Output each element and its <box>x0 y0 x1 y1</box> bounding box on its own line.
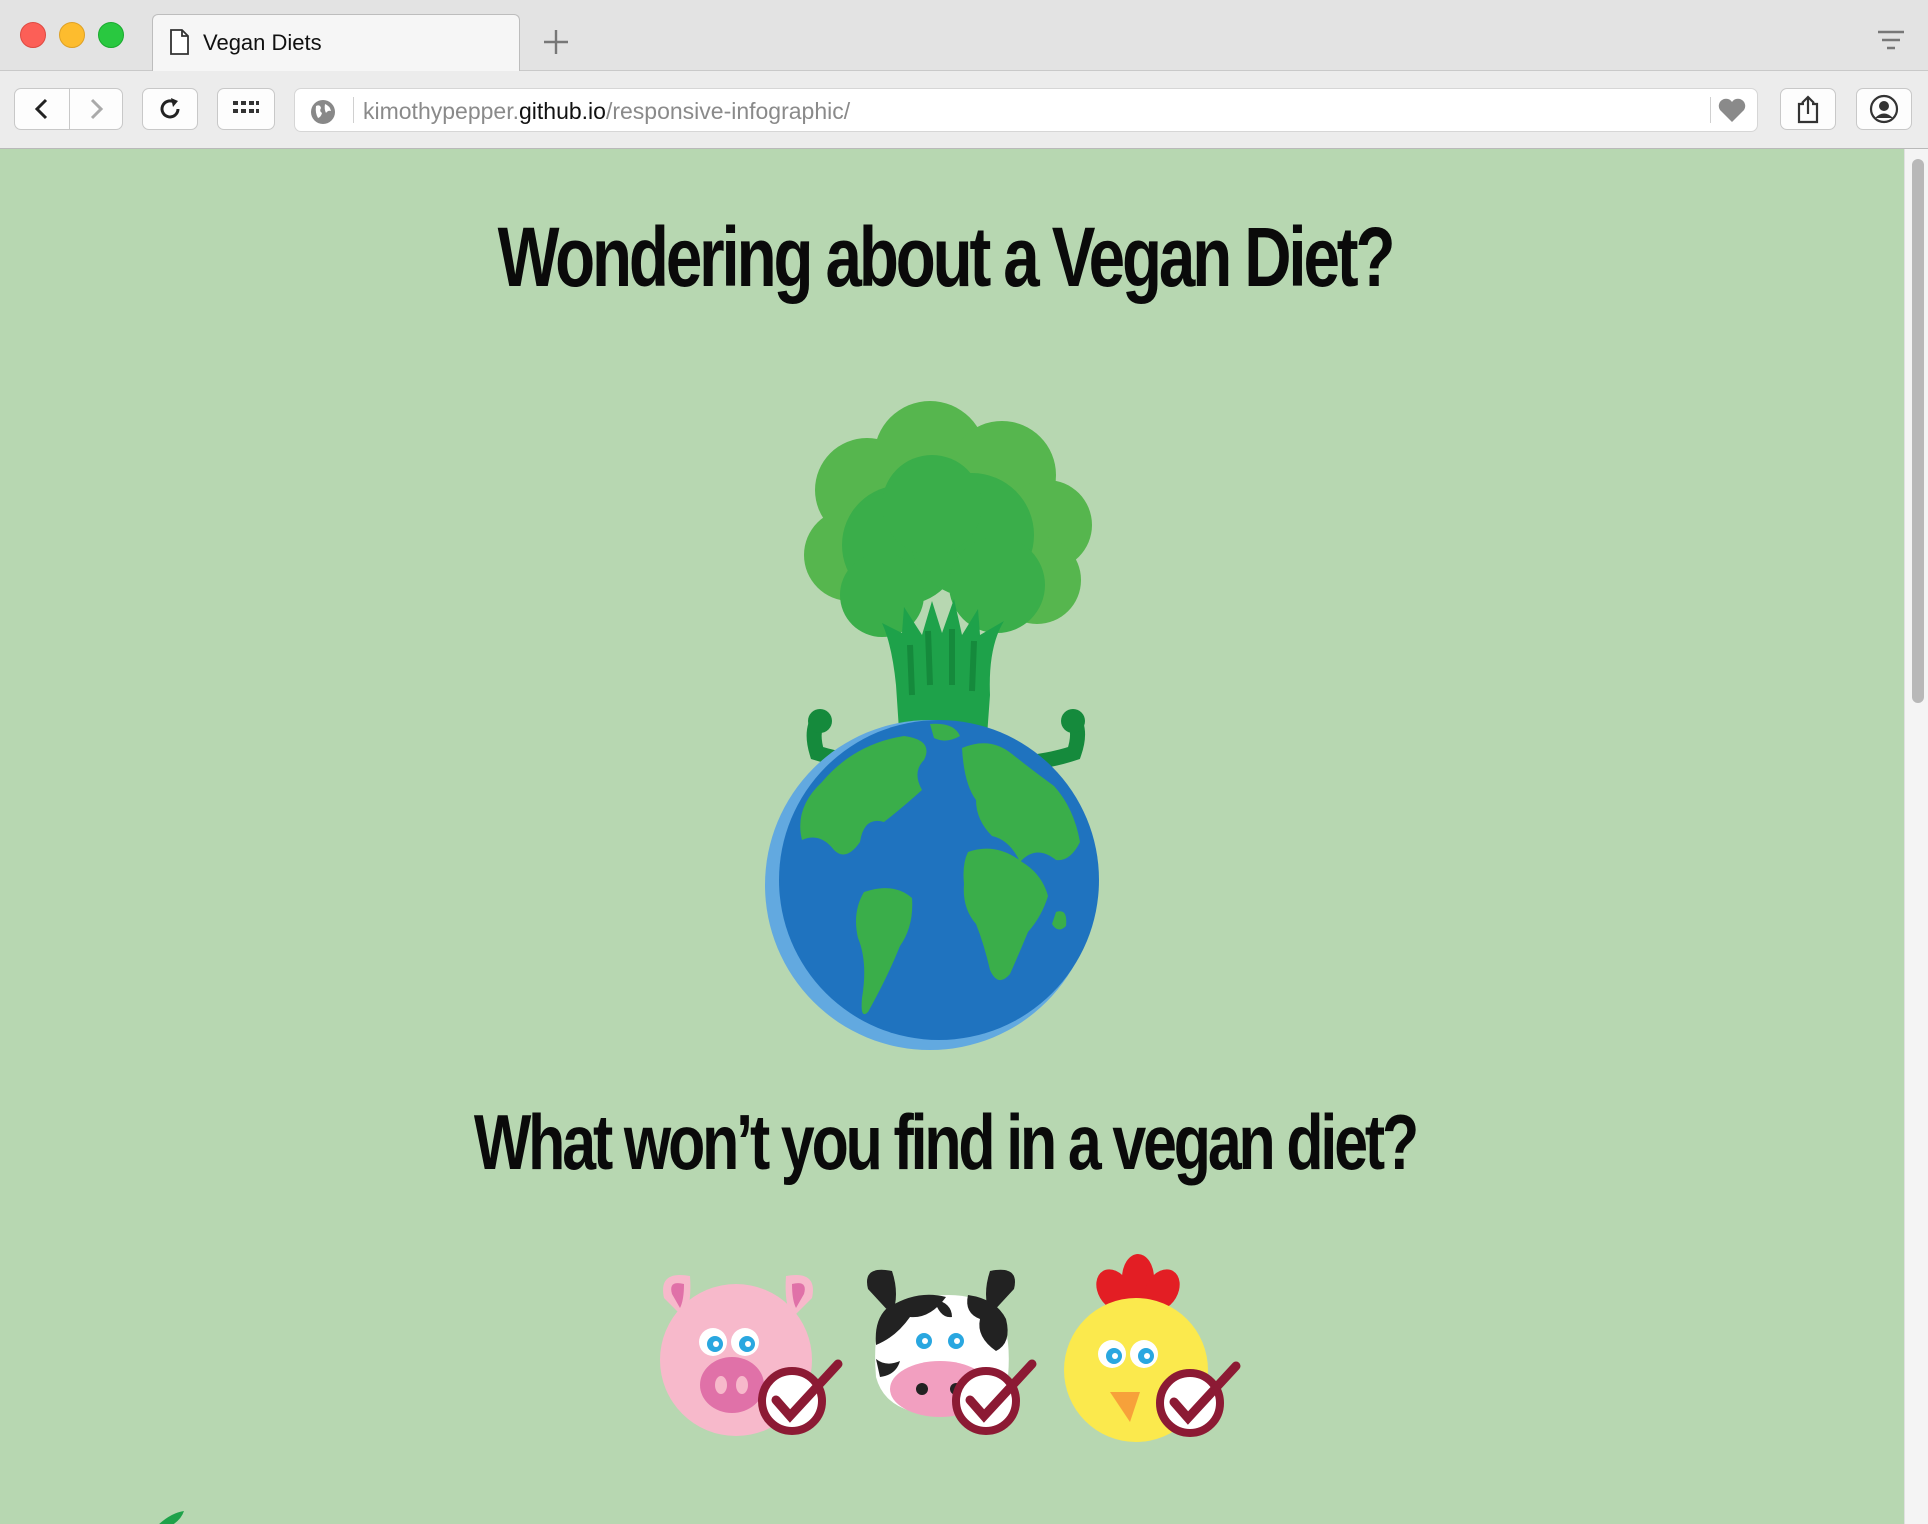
checkmark-badge-icon <box>952 1359 1037 1435</box>
page-heading: Wondering about a Vegan Diet? <box>497 210 1396 304</box>
url-domain: github.io <box>518 98 606 124</box>
broccoli-florets <box>804 401 1092 637</box>
checkmark-badge-icon <box>758 1359 843 1435</box>
address-bar[interactable]: kimothypepper.github.io/responsive-infog… <box>294 88 1758 132</box>
earth-globe-illustration <box>765 720 1099 1050</box>
favorites-heart-icon[interactable] <box>1717 98 1747 124</box>
browser-chrome: Vegan Diets kimothypepper.github.io/resp… <box>0 0 1928 149</box>
leaf-icon <box>159 1511 184 1524</box>
reload-button[interactable] <box>142 88 198 130</box>
cow-face-icon <box>867 1269 1037 1435</box>
close-window-button[interactable] <box>20 22 46 48</box>
vertical-scrollbar[interactable] <box>1904 149 1928 1524</box>
chevron-left-icon <box>34 98 48 120</box>
share-icon <box>1797 95 1819 124</box>
checkmark-badge-icon <box>1156 1361 1241 1437</box>
scrollbar-thumb[interactable] <box>1912 159 1924 703</box>
globe-icon <box>311 100 335 124</box>
tab-overview-menu-icon[interactable] <box>1876 28 1906 56</box>
chevron-right-icon <box>90 98 104 120</box>
back-button[interactable] <box>14 88 70 130</box>
top-sites-button[interactable] <box>217 88 275 130</box>
document-icon <box>170 29 189 55</box>
tab-title: Vegan Diets <box>203 30 322 55</box>
reload-icon <box>160 98 180 119</box>
user-profile-icon <box>1869 94 1899 124</box>
pig-face-icon <box>660 1274 843 1436</box>
title-bar: Vegan Diets <box>0 0 1928 71</box>
minimize-window-button[interactable] <box>59 22 85 48</box>
profile-button[interactable] <box>1856 88 1912 130</box>
section-heading: What won’t you find in a vegan diet? <box>473 1098 1419 1186</box>
new-tab-icon[interactable] <box>536 22 576 62</box>
page-content: Wondering about a Vegan Diet? What won’t… <box>0 149 1904 1524</box>
forward-button[interactable] <box>69 88 123 130</box>
tab-vegan-diets[interactable]: Vegan Diets <box>152 14 520 71</box>
zoom-window-button[interactable] <box>98 22 124 48</box>
grid-icon <box>233 101 259 113</box>
url-text: kimothypepper.github.io/responsive-infog… <box>363 98 851 124</box>
chicken-face-icon <box>1064 1254 1241 1442</box>
share-button[interactable] <box>1780 88 1836 130</box>
